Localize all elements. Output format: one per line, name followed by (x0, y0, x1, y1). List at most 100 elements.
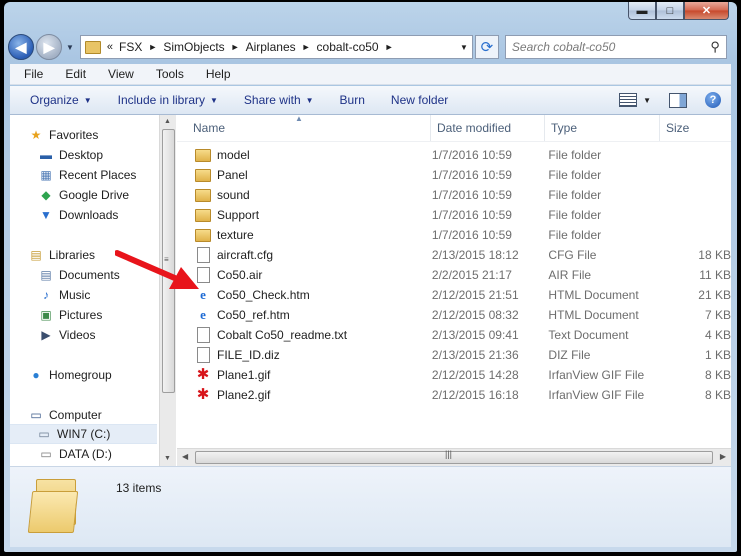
large-folder-icon (27, 479, 80, 533)
view-options-dropdown[interactable]: ▼ (643, 96, 651, 105)
breadcrumb-separator-icon[interactable]: ► (385, 42, 394, 52)
menu-edit[interactable]: Edit (51, 67, 94, 81)
videos-icon: ▶ (41, 328, 51, 342)
include-in-library-button[interactable]: Include in library ▼ (112, 93, 224, 107)
file-type: Text Document (548, 328, 629, 342)
file-name-cell: FILE_ID.diz (177, 347, 428, 363)
change-view-icon[interactable] (619, 93, 638, 107)
burn-button[interactable]: Burn (334, 93, 371, 107)
search-input[interactable] (509, 39, 704, 55)
breadcrumb-item[interactable]: SimObjects ► (163, 40, 239, 54)
column-header-date[interactable]: Date modified (431, 115, 545, 141)
menu-tools[interactable]: Tools (142, 67, 192, 81)
horizontal-scrollbar-thumb[interactable] (195, 451, 713, 464)
sidebar-item-downloads[interactable]: ▼ Downloads (10, 205, 157, 225)
menu-view[interactable]: View (94, 67, 142, 81)
breadcrumb-item[interactable]: cobalt-co50 ► (317, 40, 394, 54)
sidebar-item-homegroup[interactable]: ● Homegroup (10, 365, 157, 385)
file-date-modified: 2/13/2015 18:12 (431, 248, 519, 262)
breadcrumb-item[interactable]: Airplanes ► (246, 40, 311, 54)
file-type: IrfanView GIF File (548, 388, 645, 402)
column-header-size[interactable]: Size (660, 115, 730, 141)
file-row[interactable]: Co50.air 2/2/2015 21:17 AIR File 11 KB (177, 265, 731, 285)
details-pane: 13 items (10, 466, 731, 547)
organize-button[interactable]: Organize ▼ (24, 93, 98, 107)
sidebar-item-google-drive[interactable]: ◆ Google Drive (10, 185, 157, 205)
breadcrumb-item[interactable]: FSX ► (119, 40, 157, 54)
preview-pane-icon[interactable] (669, 92, 687, 108)
breadcrumb-separator-icon[interactable]: ► (148, 42, 157, 52)
new-folder-button[interactable]: New folder (385, 93, 454, 107)
file-row[interactable]: sound 1/7/2016 10:59 File folder (177, 185, 731, 205)
sidebar-item-label: Homegroup (49, 368, 112, 382)
horizontal-scrollbar[interactable]: ◀ ||| ▶ (177, 448, 731, 466)
file-type: DIZ File (548, 348, 591, 362)
sidebar-item-drive-d[interactable]: ▭ DATA (D:) (10, 444, 157, 464)
music-icon: ♪ (43, 288, 49, 302)
breadcrumb-separator-icon[interactable]: ► (302, 42, 311, 52)
file-row[interactable]: model 1/7/2016 10:59 File folder (177, 145, 731, 165)
sidebar-item-videos[interactable]: ▶ Videos (10, 325, 157, 345)
menu-bar: File Edit View Tools Help (10, 64, 731, 85)
scroll-right-icon[interactable]: ▶ (720, 452, 726, 461)
chevron-down-icon: ▼ (305, 95, 314, 105)
file-row[interactable]: aircraft.cfg 2/13/2015 18:12 CFG File 18 KB (177, 245, 731, 265)
file-row[interactable]: Support 1/7/2016 10:59 File folder (177, 205, 731, 225)
file-size: 8 KB (704, 388, 731, 402)
file-row[interactable]: ✱ Plane1.gif 2/12/2015 14:28 IrfanView GIF … (177, 365, 731, 385)
menu-file[interactable]: File (10, 67, 51, 81)
sidebar-item-recent-places[interactable]: ▦ Recent Places (10, 165, 157, 185)
refresh-button[interactable]: ⟳ (474, 35, 499, 59)
menu-help[interactable]: Help (192, 67, 239, 81)
file-row[interactable]: texture 1/7/2016 10:59 File folder (177, 225, 731, 245)
file-row[interactable]: Panel 1/7/2016 10:59 File folder (177, 165, 731, 185)
share-with-button[interactable]: Share with ▼ (238, 93, 320, 107)
sidebar-item-label: Computer (49, 408, 102, 422)
recent-pages-dropdown[interactable]: ▼ (66, 43, 74, 52)
breadcrumb-label: FSX (119, 40, 143, 54)
file-name: Co50_ref.htm (217, 308, 290, 322)
sidebar-item-label: Recent Places (59, 168, 137, 182)
close-button[interactable]: ✕ (684, 2, 729, 20)
file-row[interactable]: FILE_ID.diz 2/13/2015 21:36 DIZ File 1 KB (177, 345, 731, 365)
file-size: 18 KB (698, 248, 731, 262)
folder-icon (195, 228, 211, 242)
file-name-cell: ✱ Plane1.gif (177, 367, 428, 382)
address-bar[interactable]: « FSX ► SimObjects ► Airplanes ► cobalt-co50 ► … (79, 35, 473, 59)
address-dropdown[interactable]: ▼ (460, 43, 468, 52)
sidebar-item-star[interactable]: ★ Favorites (10, 125, 157, 145)
sidebar-item-label: Documents (59, 268, 120, 282)
document-icon (195, 347, 211, 363)
chevron-down-icon: ▼ (83, 95, 92, 105)
breadcrumb: FSX ► SimObjects ► Airplanes ► cobalt-co50 ► (113, 40, 393, 54)
maximize-button[interactable]: □ (656, 2, 684, 20)
file-size: 1 KB (704, 348, 731, 362)
forward-button[interactable]: ▶ (36, 34, 62, 60)
file-row[interactable]: ✱ Plane2.gif 2/12/2015 16:18 IrfanView GIF … (177, 385, 731, 405)
scroll-down-icon[interactable]: ▼ (164, 455, 171, 462)
column-header-name[interactable]: Name ▲ (177, 114, 431, 141)
sidebar-item-computer[interactable]: ▭ Computer (10, 405, 157, 425)
sidebar-item-pictures[interactable]: ▣ Pictures (10, 305, 157, 325)
help-icon[interactable]: ? (705, 92, 721, 108)
scroll-up-icon[interactable]: ▲ (164, 118, 171, 125)
file-row[interactable]: Cobalt Co50_readme.txt 2/13/2015 09:41 Tex… (177, 325, 731, 345)
file-size: 21 KB (698, 288, 731, 302)
sidebar-item-drive-c[interactable]: ▭ WIN7 (C:) (10, 424, 157, 444)
minimize-button[interactable]: ▬ (628, 2, 656, 20)
command-bar: Organize ▼ Include in library ▼ Share with… (10, 86, 731, 115)
back-button[interactable]: ◀ (8, 34, 34, 60)
column-header-type[interactable]: Type (545, 115, 660, 141)
sidebar-item-desktop[interactable]: ▬ Desktop (10, 145, 157, 165)
file-name-cell: Cobalt Co50_readme.txt (177, 327, 428, 343)
file-type: File folder (548, 168, 602, 182)
file-name: Plane1.gif (217, 368, 271, 382)
breadcrumb-separator-icon[interactable]: ► (231, 42, 240, 52)
file-row[interactable]: e Co50_ref.htm 2/12/2015 08:32 HTML Documen… (177, 305, 731, 325)
include-in-library-label: Include in library (117, 93, 205, 107)
file-row[interactable]: e Co50_Check.htm 2/12/2015 21:51 HTML Docum… (177, 285, 731, 305)
search-icon[interactable]: ⚲ (710, 39, 720, 55)
scroll-left-icon[interactable]: ◀ (182, 452, 188, 461)
text-document-icon (195, 327, 211, 343)
file-type: File folder (548, 148, 602, 162)
